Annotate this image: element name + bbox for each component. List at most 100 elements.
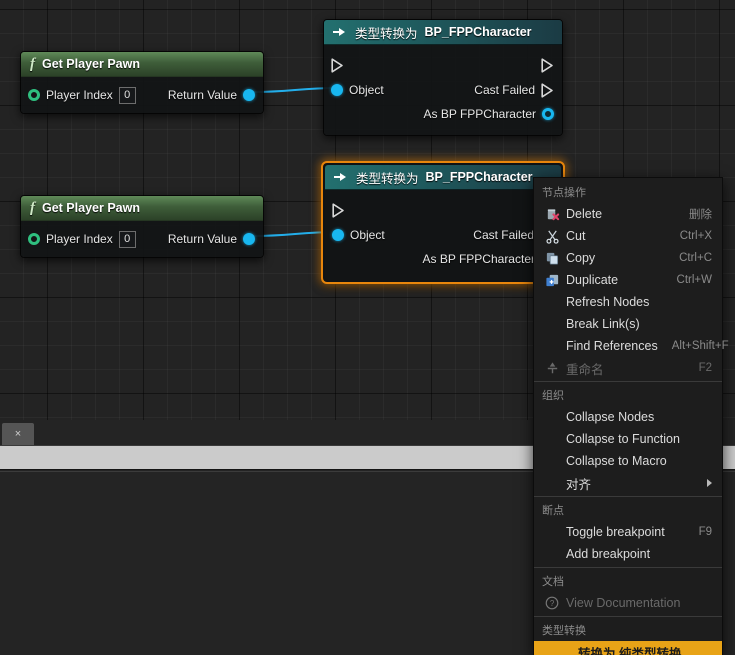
pin-row: Player Index 0 Return Value [21,227,263,251]
cast-arrow-icon [334,172,349,182]
panel-tab[interactable]: × [2,423,34,445]
svg-text:?: ? [550,599,555,608]
menu-item-[interactable]: 对齐 [534,472,722,494]
pin-row-as-bp: As BP FPPCharacter [324,102,562,126]
pin-row-object: Object Cast Failed [324,78,562,102]
menu-item-icon-spacer [542,546,562,562]
cast-arrow-icon [333,27,348,37]
player-index-value-field[interactable]: 0 [118,230,136,248]
blueprint-editor: f Get Player Pawn Player Index 0 Return … [0,0,735,655]
pin-label-cast-failed: Cast Failed [473,228,534,242]
close-icon[interactable]: × [15,428,21,440]
menu-item-toggle-breakpoint[interactable]: Toggle breakpoint F9 [534,521,722,543]
function-f-icon: f [30,199,35,216]
cast-failed-exec-pin[interactable] [541,82,554,98]
pin-label-as-bp-fppcharacter: As BP FPPCharacter [422,252,536,266]
pin-label-object: Object [350,228,385,242]
pin-label-as-bp-fppcharacter: As BP FPPCharacter [423,107,537,121]
menu-item-label: 对齐 [566,477,592,492]
menu-item-label: View Documentation [566,596,681,610]
node-get-player-pawn-2[interactable]: f Get Player Pawn Player Index 0 Return … [20,195,264,258]
pin-row: Player Index 0 Return Value [21,83,263,107]
node-cast-to-bp-fppcharacter-2[interactable]: 类型转换为 BP_FPPCharacter Object Cast Failed… [321,161,565,284]
node-title-bar[interactable]: f Get Player Pawn [21,196,263,221]
menu-item-label: Copy [566,251,596,265]
menu-item-view-documentation[interactable]: ? View Documentation [534,592,722,614]
pin-row-exec [324,52,562,78]
menu-item-copy[interactable]: Copy Ctrl+C [534,247,722,269]
menu-item-icon-spacer [542,338,562,354]
menu-item-cut[interactable]: Cut Ctrl+X [534,225,722,247]
node-title-bar[interactable]: 类型转换为 BP_FPPCharacter [325,165,561,190]
menu-item-label: Duplicate [566,273,619,287]
pin-label-object: Object [349,83,384,97]
menu-item-icon-spacer [542,524,562,540]
rename-icon [542,360,562,376]
exec-input-pin[interactable] [331,57,344,73]
pin-label-return-value: Return Value [167,88,237,102]
menu-section-header: 断点 [534,497,722,521]
pin-row-exec [325,197,561,223]
menu-item-duplicate[interactable]: Duplicate Ctrl+W [534,269,722,291]
menu-item-icon-spacer [542,475,562,491]
menu-item-icon-spacer [542,431,562,447]
pin-row-as-bp: As BP FPPCharacter [325,247,561,271]
menu-item-collapse-to-function[interactable]: Collapse to Function [534,428,722,450]
node-get-player-pawn-1[interactable]: f Get Player Pawn Player Index 0 Return … [20,51,264,114]
pin-label-player-index: Player Index [46,88,113,102]
pin-label-player-index: Player Index [46,232,113,246]
return-value-output-pin[interactable] [243,89,255,101]
as-bp-fppcharacter-output-pin[interactable] [542,108,554,120]
menu-section-header: 类型转换 [534,617,722,641]
node-body: Player Index 0 Return Value [21,77,263,113]
menu-item-[interactable]: 转换为 纯类型转换 [534,641,722,655]
duplicate-icon [542,272,562,288]
node-title-text: Get Player Pawn [42,57,140,71]
object-input-pin[interactable] [331,84,343,96]
player-index-input-pin[interactable] [28,233,40,245]
menu-item-delete[interactable]: Delete 删除 [534,203,722,225]
menu-item-collapse-to-macro[interactable]: Collapse to Macro [534,450,722,472]
delete-icon [542,206,562,222]
node-title-class: BP_FPPCharacter [425,170,533,184]
node-body: Object Cast Failed As BP FPPCharacter [324,45,562,135]
menu-item-collapse-nodes[interactable]: Collapse Nodes [534,406,722,428]
node-title-class: BP_FPPCharacter [424,25,532,39]
menu-section-header: 节点操作 [534,179,722,203]
menu-section-header: 组织 [534,382,722,406]
function-f-icon: f [30,55,35,72]
menu-item-shortcut: F2 [698,362,712,374]
menu-item-label: Add breakpoint [566,547,651,561]
menu-item-label: Collapse Nodes [566,410,655,424]
menu-item-icon-spacer [542,453,562,469]
menu-item-icon-spacer [542,316,562,332]
return-value-output-pin[interactable] [243,233,255,245]
node-title-prefix: 类型转换为 [356,171,419,186]
exec-output-pin[interactable] [541,57,554,73]
menu-item-[interactable]: 重命名 F2 [534,357,722,379]
menu-item-shortcut: F9 [698,526,712,538]
menu-item-icon-spacer [542,644,562,655]
menu-item-find-references[interactable]: Find References Alt+Shift+F [534,335,729,357]
menu-item-refresh-nodes[interactable]: Refresh Nodes [534,291,722,313]
player-index-value-field[interactable]: 0 [118,86,136,104]
node-context-menu[interactable]: 节点操作 Delete 删除 Cut Ctrl+X Copy Ctrl+C Duplicate… [533,177,729,655]
node-title-bar[interactable]: f Get Player Pawn [21,52,263,77]
menu-item-shortcut: Ctrl+W [676,274,712,286]
help-circle-icon: ? [542,595,562,611]
menu-item-break-link-s[interactable]: Break Link(s) [534,313,722,335]
node-title-bar[interactable]: 类型转换为 BP_FPPCharacter [324,20,562,45]
player-index-input-pin[interactable] [28,89,40,101]
object-input-pin[interactable] [332,229,344,241]
menu-item-label: 重命名 [566,362,604,377]
node-inner: 类型转换为 BP_FPPCharacter Object Cast Failed… [325,165,561,280]
node-cast-to-bp-fppcharacter-1[interactable]: 类型转换为 BP_FPPCharacter Object Cast Failed… [323,19,563,136]
menu-item-icon-spacer [542,409,562,425]
node-title-prefix: 类型转换为 [355,26,418,41]
pin-label-return-value: Return Value [167,232,237,246]
menu-item-shortcut: Alt+Shift+F [671,340,729,352]
menu-item-add-breakpoint[interactable]: Add breakpoint [534,543,722,565]
node-body: Object Cast Failed As BP FPPCharacter [325,190,561,280]
exec-input-pin[interactable] [332,202,345,218]
cut-icon [542,228,562,244]
